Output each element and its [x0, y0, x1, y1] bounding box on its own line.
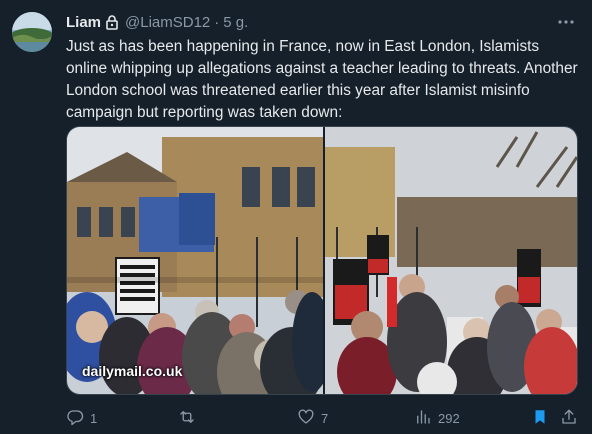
- media-watermark: dailymail.co.uk: [82, 363, 183, 379]
- like-count: 7: [321, 410, 329, 426]
- lock-icon: [105, 14, 119, 30]
- share-button[interactable]: [560, 408, 578, 428]
- author-name[interactable]: Liam: [66, 14, 101, 31]
- timestamp[interactable]: 5 g.: [223, 14, 248, 31]
- reply-button[interactable]: 1: [66, 408, 97, 428]
- like-icon: [297, 408, 315, 429]
- protest-photo: [67, 127, 577, 394]
- share-icon: [560, 408, 578, 429]
- tweet-media[interactable]: dailymail.co.uk: [66, 126, 578, 395]
- bookmark-button[interactable]: [531, 408, 549, 428]
- author-handle[interactable]: @LiamSD12: [125, 14, 210, 31]
- tweet-header: Liam @LiamSD12 · 5 g.: [66, 12, 248, 32]
- reply-count: 1: [90, 410, 98, 426]
- avatar[interactable]: [12, 12, 52, 52]
- more-icon[interactable]: [554, 12, 578, 32]
- retweet-button[interactable]: [178, 408, 202, 428]
- views-button[interactable]: 292: [414, 408, 460, 428]
- like-button[interactable]: 7: [297, 408, 328, 428]
- views-count: 292: [438, 410, 460, 426]
- reply-icon: [66, 408, 84, 429]
- tweet[interactable]: Liam @LiamSD12 · 5 g. Just as has been h…: [0, 0, 592, 434]
- action-bar: 1 7 292: [66, 408, 582, 428]
- retweet-icon: [178, 408, 196, 429]
- bookmark-icon: [531, 408, 549, 429]
- views-icon: [414, 408, 432, 429]
- tweet-text: Just as has been happening in France, no…: [66, 38, 578, 121]
- separator: ·: [214, 13, 220, 31]
